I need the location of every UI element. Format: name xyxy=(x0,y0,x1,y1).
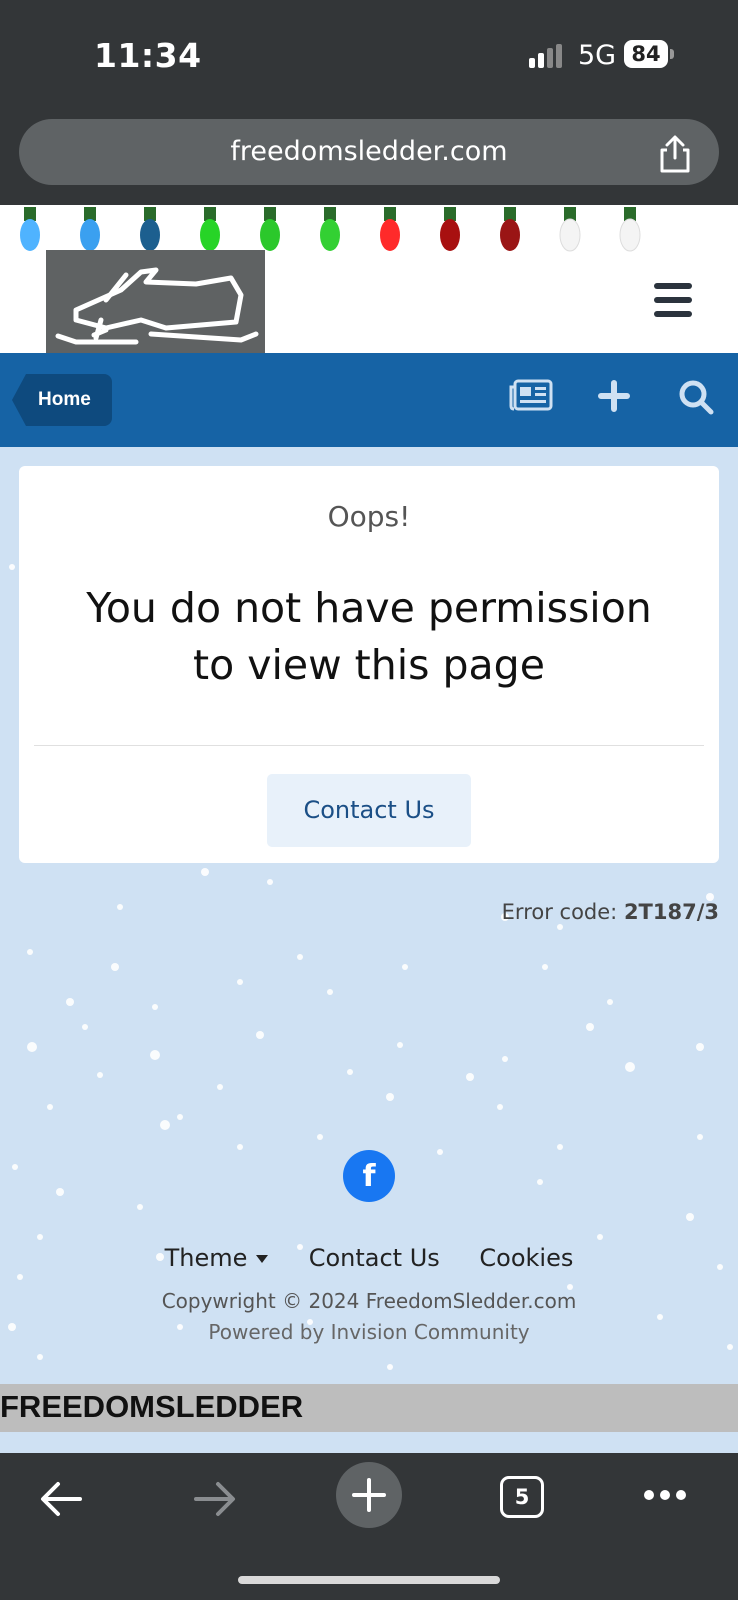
caret-down-icon xyxy=(256,1255,269,1263)
network-type: 5G xyxy=(578,40,617,71)
battery-level: 84 xyxy=(624,40,668,68)
home-indicator xyxy=(238,1576,500,1584)
new-tab-button[interactable] xyxy=(336,1462,402,1528)
plus-icon[interactable] xyxy=(598,380,630,412)
signal-icon xyxy=(529,44,562,68)
error-code-label: Error code: xyxy=(501,900,618,924)
theme-link[interactable]: Theme xyxy=(165,1244,269,1272)
share-icon[interactable] xyxy=(655,134,695,174)
cookies-link[interactable]: Cookies xyxy=(479,1244,573,1272)
theme-label[interactable]: Theme xyxy=(165,1244,248,1272)
footer-contact-link[interactable]: Contact Us xyxy=(309,1244,440,1272)
facebook-icon[interactable]: f xyxy=(343,1150,395,1202)
home-breadcrumb-button[interactable]: Home xyxy=(26,374,112,426)
error-code: Error code: 2T187/3 xyxy=(450,900,719,924)
brand-name: FREEDOMSLEDDER xyxy=(0,1389,304,1424)
address-bar[interactable]: freedomsledder.com xyxy=(19,119,719,185)
error-message: You do not have permission to view this … xyxy=(86,584,652,689)
powered-by-link[interactable]: Powered by Invision Community xyxy=(0,1320,738,1344)
battery-nub xyxy=(670,49,674,59)
status-time: 11:34 xyxy=(94,36,202,75)
search-icon[interactable] xyxy=(678,379,714,415)
menu-icon[interactable] xyxy=(654,283,692,317)
footer-links: Theme Contact Us Cookies xyxy=(0,1244,738,1272)
contact-us-button[interactable]: Contact Us xyxy=(267,774,471,847)
tab-count-button[interactable]: 5 xyxy=(500,1476,544,1518)
url-text[interactable]: freedomsledder.com xyxy=(19,119,719,185)
new-tab-icon xyxy=(352,1478,386,1512)
error-code-value: 2T187/3 xyxy=(623,900,719,924)
back-arrow-icon[interactable] xyxy=(38,1477,84,1521)
forward-arrow-icon[interactable] xyxy=(192,1477,238,1521)
home-breadcrumb-arrow xyxy=(12,374,26,426)
error-title: Oops! xyxy=(327,500,411,533)
snowmobile-logo[interactable] xyxy=(46,250,265,353)
newspaper-icon[interactable] xyxy=(509,379,553,411)
copyright-text: Copywright © 2024 FreedomSledder.com xyxy=(161,1289,577,1313)
more-icon[interactable] xyxy=(643,1488,687,1502)
card-divider xyxy=(34,745,704,746)
